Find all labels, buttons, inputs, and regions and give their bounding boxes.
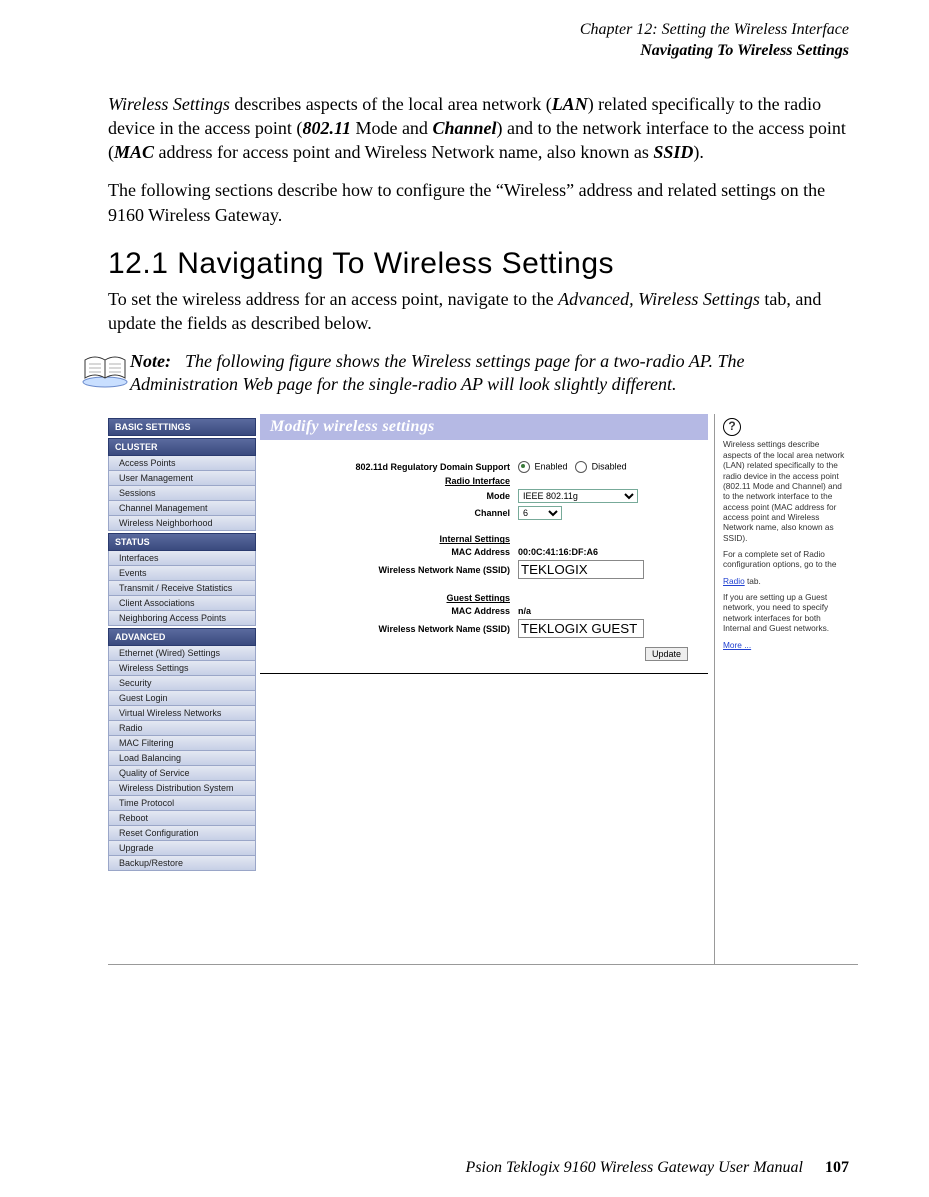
more-link[interactable]: More ... bbox=[723, 640, 751, 650]
note-text: The following figure shows the Wireless … bbox=[130, 351, 745, 394]
nav-radio[interactable]: Radio bbox=[108, 721, 256, 736]
nav-mac-filtering[interactable]: MAC Filtering bbox=[108, 736, 256, 751]
ssid-label-internal: Wireless Network Name (SSID) bbox=[270, 565, 518, 575]
note-block: Note:The following figure shows the Wire… bbox=[80, 350, 849, 397]
page-footer: Psion Teklogix 9160 Wireless Gateway Use… bbox=[466, 1159, 849, 1177]
nav-wireless-neighborhood[interactable]: Wireless Neighborhood bbox=[108, 516, 256, 531]
reg-enabled-label: Enabled bbox=[535, 462, 568, 472]
nav-cluster[interactable]: CLUSTER bbox=[108, 438, 256, 456]
reg-disabled-radio[interactable] bbox=[575, 461, 587, 473]
help-panel: ? Wireless settings describe aspects of … bbox=[714, 414, 854, 964]
note-label: Note: bbox=[130, 351, 171, 371]
help-text-1: Wireless settings describe aspects of th… bbox=[723, 439, 848, 543]
nav-sessions[interactable]: Sessions bbox=[108, 486, 256, 501]
admin-screenshot: BASIC SETTINGS CLUSTER Access Points Use… bbox=[108, 414, 858, 965]
ssid-input-internal[interactable] bbox=[518, 560, 644, 579]
mac-value-internal: 00:0C:41:16:DF:A6 bbox=[518, 547, 598, 557]
help-text-3: If you are setting up a Guest network, y… bbox=[723, 592, 848, 633]
nav-upgrade[interactable]: Upgrade bbox=[108, 841, 256, 856]
mac-label-internal: MAC Address bbox=[270, 547, 518, 557]
channel-label: Channel bbox=[270, 508, 518, 518]
ssid-label-guest: Wireless Network Name (SSID) bbox=[270, 624, 518, 634]
book-icon bbox=[80, 352, 130, 388]
reg-disabled-label: Disabled bbox=[592, 462, 627, 472]
nav-channel-management[interactable]: Channel Management bbox=[108, 501, 256, 516]
nav-reset-config[interactable]: Reset Configuration bbox=[108, 826, 256, 841]
update-button[interactable]: Update bbox=[645, 647, 688, 661]
section-line: Navigating To Wireless Settings bbox=[80, 41, 849, 62]
mac-label-guest: MAC Address bbox=[270, 606, 518, 616]
guest-heading: Guest Settings bbox=[270, 593, 518, 603]
paragraph-2: The following sections describe how to c… bbox=[108, 178, 849, 227]
mode-label: Mode bbox=[270, 491, 518, 501]
nav-basic-settings[interactable]: BASIC SETTINGS bbox=[108, 418, 256, 436]
page-header: Chapter 12: Setting the Wireless Interfa… bbox=[80, 20, 849, 62]
internal-heading: Internal Settings bbox=[270, 534, 518, 544]
nav-virtual-wireless[interactable]: Virtual Wireless Networks bbox=[108, 706, 256, 721]
reg-enabled-radio[interactable] bbox=[518, 461, 530, 473]
nav-qos[interactable]: Quality of Service bbox=[108, 766, 256, 781]
help-text-2: For a complete set of Radio configuratio… bbox=[723, 549, 848, 586]
nav-client-associations[interactable]: Client Associations bbox=[108, 596, 256, 611]
nav-security[interactable]: Security bbox=[108, 676, 256, 691]
nav-wds[interactable]: Wireless Distribution System bbox=[108, 781, 256, 796]
paragraph-3: To set the wireless address for an acces… bbox=[108, 287, 849, 336]
chapter-line: Chapter 12: Setting the Wireless Interfa… bbox=[80, 20, 849, 41]
section-heading: 12.1 Navigating To Wireless Settings bbox=[108, 247, 849, 281]
mode-select[interactable]: IEEE 802.11g bbox=[518, 489, 638, 503]
nav-ethernet-settings[interactable]: Ethernet (Wired) Settings bbox=[108, 646, 256, 661]
nav-events[interactable]: Events bbox=[108, 566, 256, 581]
mac-value-guest: n/a bbox=[518, 606, 531, 616]
nav-user-management[interactable]: User Management bbox=[108, 471, 256, 486]
nav-tx-rx-stats[interactable]: Transmit / Receive Statistics bbox=[108, 581, 256, 596]
nav-status[interactable]: STATUS bbox=[108, 533, 256, 551]
nav-interfaces[interactable]: Interfaces bbox=[108, 551, 256, 566]
ssid-input-guest[interactable] bbox=[518, 619, 644, 638]
nav-advanced[interactable]: ADVANCED bbox=[108, 628, 256, 646]
page-number: 107 bbox=[825, 1159, 849, 1176]
paragraph-1: Wireless Settings describes aspects of t… bbox=[108, 92, 849, 165]
channel-select[interactable]: 6 bbox=[518, 506, 562, 520]
radio-link[interactable]: Radio bbox=[723, 576, 745, 586]
radio-interface-heading: Radio Interface bbox=[270, 476, 518, 486]
nav-time-protocol[interactable]: Time Protocol bbox=[108, 796, 256, 811]
nav-access-points[interactable]: Access Points bbox=[108, 456, 256, 471]
nav-sidebar: BASIC SETTINGS CLUSTER Access Points Use… bbox=[108, 414, 256, 964]
nav-backup-restore[interactable]: Backup/Restore bbox=[108, 856, 256, 871]
panel-title: Modify wireless settings bbox=[260, 414, 708, 440]
footer-text: Psion Teklogix 9160 Wireless Gateway Use… bbox=[466, 1159, 803, 1176]
reg-domain-label: 802.11d Regulatory Domain Support bbox=[270, 462, 518, 472]
help-icon: ? bbox=[723, 418, 741, 436]
nav-reboot[interactable]: Reboot bbox=[108, 811, 256, 826]
nav-neighboring-aps[interactable]: Neighboring Access Points bbox=[108, 611, 256, 626]
nav-guest-login[interactable]: Guest Login bbox=[108, 691, 256, 706]
nav-load-balancing[interactable]: Load Balancing bbox=[108, 751, 256, 766]
nav-wireless-settings[interactable]: Wireless Settings bbox=[108, 661, 256, 676]
